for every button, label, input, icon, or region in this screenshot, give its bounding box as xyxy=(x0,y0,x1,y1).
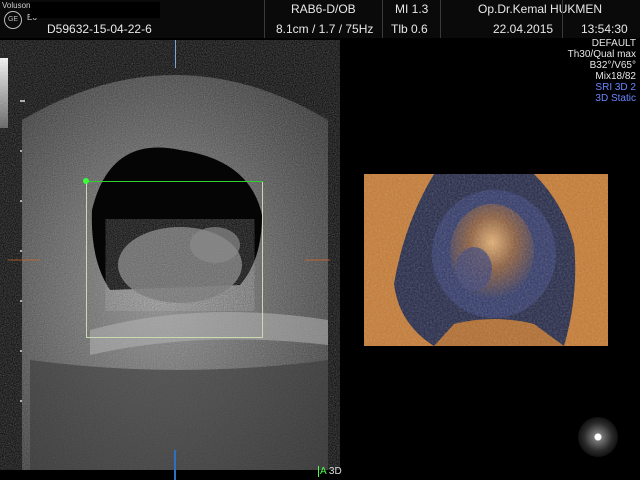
patient-id: D59632-15-04-22-6 xyxy=(47,22,152,36)
param-3d-mode: 3D Static xyxy=(595,93,636,104)
date-label: 22.04.2015 xyxy=(493,22,554,36)
3d-render-image xyxy=(364,174,608,346)
imaging-parameters: DEFAULT Th30/Qual max B32°/V65° Mix18/82… xyxy=(568,38,636,104)
param-sri: SRI 3D 2 xyxy=(595,82,636,93)
marker-a: A xyxy=(318,466,327,477)
render-box[interactable] xyxy=(86,181,263,338)
param-quality: Th30/Qual max xyxy=(567,49,636,60)
marker-3d: 3D xyxy=(328,466,342,477)
param-preset: DEFAULT xyxy=(591,38,636,49)
render-box-handle[interactable] xyxy=(83,178,89,184)
header-bar: Voluson™ GE E6 RAB6-D/OB MI 1.3 Op.Dr.Ke… xyxy=(0,0,640,38)
render-box-top-edge[interactable] xyxy=(86,181,263,182)
center-line-bottom xyxy=(174,450,176,480)
param-angles: B32°/V65° xyxy=(589,60,636,71)
depth-info: 8.1cm / 1.7 / 75Hz xyxy=(276,22,374,36)
param-mix: Mix18/82 xyxy=(595,71,636,82)
probe-mode: RAB6-D/OB xyxy=(291,2,356,16)
3d-render-view xyxy=(364,174,608,346)
tib-value: Tlb 0.6 xyxy=(391,22,428,36)
view-marker: A 3D xyxy=(318,466,342,477)
operator-name: Op.Dr.Kemal HUKMEN xyxy=(478,2,603,16)
probe-orientation-icon xyxy=(578,417,618,457)
mi-value: MI 1.3 xyxy=(395,2,429,16)
time-label: 13:54:30 xyxy=(581,22,628,36)
